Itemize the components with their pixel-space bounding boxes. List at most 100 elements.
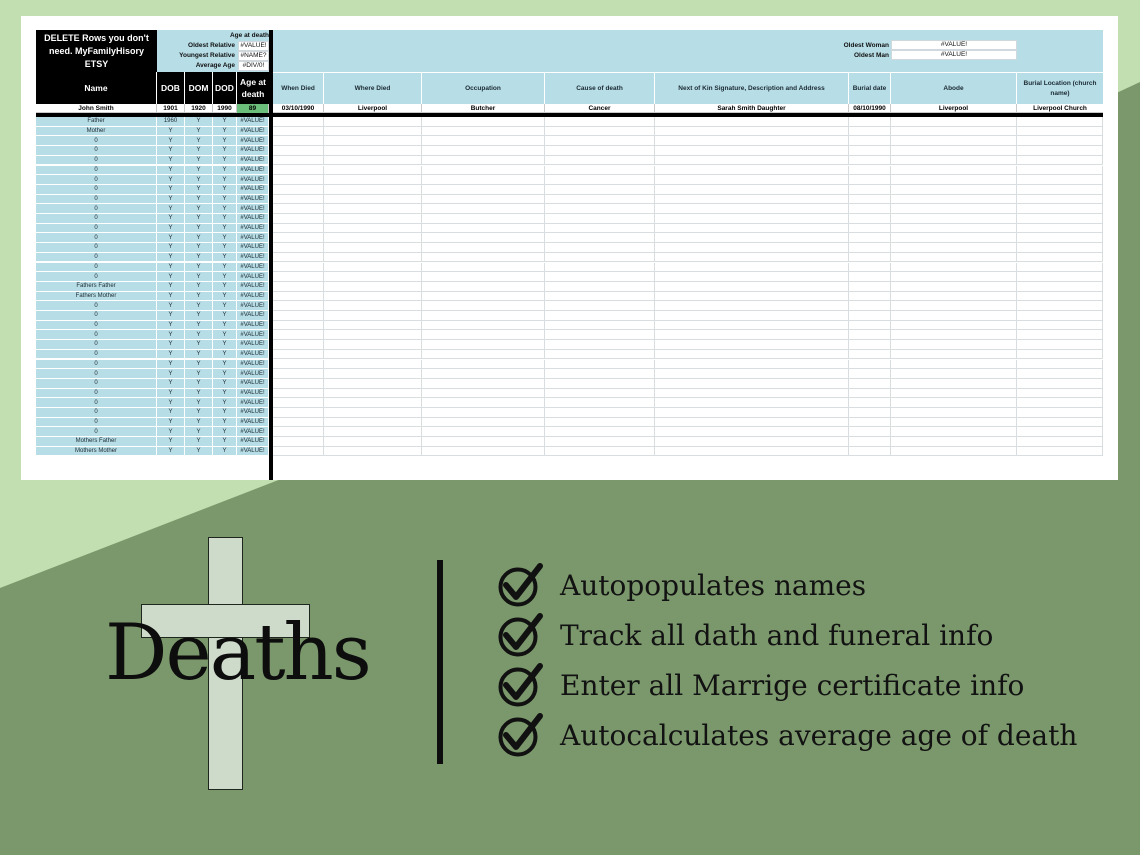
relative-dod-cell[interactable]: Y	[213, 165, 237, 176]
empty-cell[interactable]	[849, 204, 891, 214]
empty-cell[interactable]	[891, 117, 1017, 127]
relative-age-cell[interactable]: #VALUE!	[237, 398, 269, 408]
relative-name-cell[interactable]: 0	[36, 388, 157, 399]
relative-dob-cell[interactable]: Y	[157, 184, 185, 195]
empty-cell[interactable]	[849, 437, 891, 447]
empty-cell[interactable]	[273, 359, 324, 370]
relative-dom-cell[interactable]: Y	[185, 204, 213, 214]
relative-dob-cell[interactable]: Y	[157, 155, 185, 166]
relative-name-cell[interactable]: Mothers Father	[36, 437, 157, 447]
empty-cell[interactable]	[422, 223, 545, 234]
empty-cell[interactable]	[324, 155, 422, 166]
relative-dom-cell[interactable]: Y	[185, 155, 213, 166]
empty-cell[interactable]	[891, 146, 1017, 156]
relative-age-cell[interactable]: #VALUE!	[237, 252, 269, 263]
relative-age-cell[interactable]: #VALUE!	[237, 281, 269, 292]
empty-cell[interactable]	[324, 330, 422, 341]
empty-cell[interactable]	[324, 272, 422, 282]
empty-cell[interactable]	[273, 417, 324, 428]
relative-age-cell[interactable]: #VALUE!	[237, 427, 269, 438]
empty-cell[interactable]	[273, 427, 324, 438]
empty-cell[interactable]	[422, 233, 545, 244]
relative-dob-cell[interactable]: Y	[157, 340, 185, 350]
relative-dod-cell[interactable]: Y	[213, 408, 237, 418]
relative-dod-cell[interactable]: Y	[213, 437, 237, 447]
empty-cell[interactable]	[324, 146, 422, 156]
empty-cell[interactable]	[1017, 291, 1103, 302]
relative-age-cell[interactable]: #VALUE!	[237, 408, 269, 418]
oldest-woman-value[interactable]: #VALUE!	[891, 40, 1017, 50]
relative-dom-cell[interactable]: Y	[185, 291, 213, 302]
empty-cell[interactable]	[324, 126, 422, 137]
empty-cell[interactable]	[1017, 408, 1103, 418]
empty-cell[interactable]	[545, 378, 655, 389]
empty-cell[interactable]	[273, 243, 324, 253]
relative-dod-cell[interactable]: Y	[213, 175, 237, 185]
empty-cell[interactable]	[655, 126, 849, 137]
empty-cell[interactable]	[273, 340, 324, 350]
relative-dob-cell[interactable]: Y	[157, 311, 185, 321]
empty-cell[interactable]	[849, 155, 891, 166]
empty-cell[interactable]	[1017, 136, 1103, 147]
empty-cell[interactable]	[1017, 272, 1103, 282]
relative-name-cell[interactable]: 0	[36, 340, 157, 350]
relative-age-cell[interactable]: #VALUE!	[237, 262, 269, 273]
empty-cell[interactable]	[1017, 243, 1103, 253]
relative-dom-cell[interactable]: Y	[185, 214, 213, 224]
relative-age-cell[interactable]: #VALUE!	[237, 214, 269, 224]
relative-name-cell[interactable]: 0	[36, 330, 157, 341]
empty-cell[interactable]	[324, 388, 422, 399]
relative-dob-cell[interactable]: Y	[157, 330, 185, 341]
empty-cell[interactable]	[655, 330, 849, 341]
oldest-man-value[interactable]: #VALUE!	[891, 50, 1017, 60]
empty-cell[interactable]	[891, 301, 1017, 311]
empty-cell[interactable]	[545, 398, 655, 408]
relative-name-cell[interactable]: 0	[36, 301, 157, 311]
empty-cell[interactable]	[891, 165, 1017, 176]
empty-cell[interactable]	[422, 408, 545, 418]
example-burial-location[interactable]: Liverpool Church	[1017, 104, 1103, 113]
empty-cell[interactable]	[891, 194, 1017, 205]
empty-cell[interactable]	[545, 388, 655, 399]
empty-cell[interactable]	[1017, 146, 1103, 156]
example-abode[interactable]: Liverpool	[891, 104, 1017, 113]
empty-cell[interactable]	[545, 223, 655, 234]
relative-dob-cell[interactable]: Y	[157, 194, 185, 205]
empty-cell[interactable]	[1017, 398, 1103, 408]
empty-cell[interactable]	[1017, 214, 1103, 224]
relative-dob-cell[interactable]: Y	[157, 281, 185, 292]
empty-cell[interactable]	[422, 262, 545, 273]
summary-value-oldest-relative[interactable]: #VALUE!	[238, 41, 269, 51]
relative-dom-cell[interactable]: Y	[185, 359, 213, 370]
empty-cell[interactable]	[849, 388, 891, 399]
empty-cell[interactable]	[849, 136, 891, 147]
empty-cell[interactable]	[849, 398, 891, 408]
empty-cell[interactable]	[422, 184, 545, 195]
relative-name-cell[interactable]: 0	[36, 349, 157, 360]
empty-cell[interactable]	[324, 340, 422, 350]
relative-age-cell[interactable]: #VALUE!	[237, 369, 269, 379]
empty-cell[interactable]	[324, 378, 422, 389]
empty-cell[interactable]	[273, 184, 324, 195]
relative-dod-cell[interactable]: Y	[213, 117, 237, 127]
relative-name-cell[interactable]: 0	[36, 194, 157, 205]
empty-cell[interactable]	[655, 194, 849, 205]
empty-cell[interactable]	[422, 175, 545, 185]
relative-dom-cell[interactable]: Y	[185, 272, 213, 282]
empty-cell[interactable]	[422, 320, 545, 331]
relative-age-cell[interactable]: #VALUE!	[237, 126, 269, 137]
empty-cell[interactable]	[545, 330, 655, 341]
relative-dob-cell[interactable]: Y	[157, 136, 185, 147]
empty-cell[interactable]	[422, 117, 545, 127]
empty-cell[interactable]	[655, 437, 849, 447]
relative-dob-cell[interactable]: Y	[157, 214, 185, 224]
empty-cell[interactable]	[655, 427, 849, 438]
example-dob[interactable]: 1901	[157, 104, 185, 113]
empty-cell[interactable]	[545, 349, 655, 360]
empty-cell[interactable]	[655, 175, 849, 185]
empty-cell[interactable]	[273, 311, 324, 321]
empty-cell[interactable]	[324, 417, 422, 428]
relative-dob-cell[interactable]: Y	[157, 320, 185, 331]
empty-cell[interactable]	[1017, 155, 1103, 166]
relative-name-cell[interactable]: 0	[36, 378, 157, 389]
